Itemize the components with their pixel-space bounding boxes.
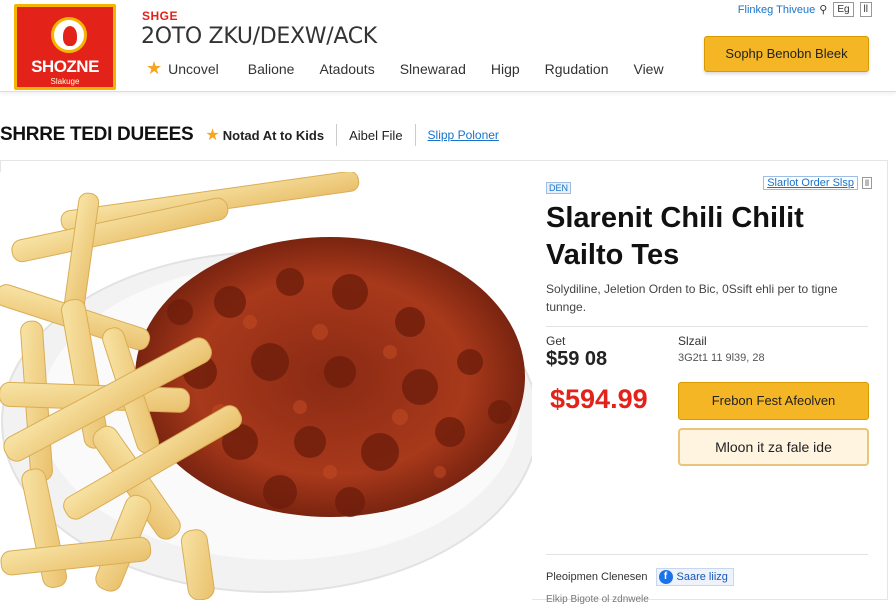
size-label: Slzail <box>678 334 707 348</box>
nav-item-slnewarad[interactable]: Slnewarad <box>400 61 466 77</box>
product-details: DEN Slarlot Order Slsp ll Slarenit Chili… <box>546 172 872 600</box>
file-link[interactable]: Aibel File <box>349 128 402 143</box>
facebook-share-button[interactable]: f Saare liizg <box>655 568 734 586</box>
add-to-order-button[interactable]: Frebon Fest Afeolven <box>678 382 869 420</box>
divider <box>414 124 416 146</box>
brand-tag: SHGE <box>142 9 179 23</box>
divider <box>546 326 868 327</box>
top-box-1[interactable]: Eg <box>833 2 854 17</box>
get-value: $59 08 <box>546 348 608 370</box>
chicken-logo-icon <box>51 17 87 53</box>
top-link-text[interactable]: Flinkeg Thiveue <box>738 4 815 16</box>
order-link-box[interactable]: ll <box>862 177 872 189</box>
product-badge: DEN <box>546 182 572 194</box>
search-icon[interactable]: ⚲ <box>819 3 827 16</box>
size-value: 3G2t1 11 9l39, 28 <box>678 352 765 364</box>
category-title: SHRRE TEDI DUEEES <box>0 124 194 145</box>
brand-logo[interactable]: SHOZNE Slakuge <box>14 4 116 90</box>
order-link[interactable]: Slarlot Order Slsp ll <box>763 176 872 190</box>
header-cta-button[interactable]: Sophp Benobn Bleek <box>704 36 869 72</box>
divider <box>546 554 868 555</box>
top-links: Flinkeg Thiveue ⚲ Eg ll <box>738 2 872 17</box>
chili-fries-image <box>0 172 532 600</box>
product-price: $594.99 <box>550 384 648 414</box>
product-description: Solydiline, Jeletion Orden to Bic, 0Ssif… <box>546 282 838 314</box>
logo-text: SHOZNE <box>31 57 99 76</box>
main-nav: ★ Uncovel Balione Atadouts Slnewarad Hig… <box>146 58 664 79</box>
share-label: Pleoipmen Clenesen <box>546 571 648 583</box>
logo-subtext: Slakuge <box>50 77 80 86</box>
nav-item-higp[interactable]: Higp <box>491 61 520 77</box>
divider <box>336 124 338 146</box>
share-button-label: Saare liizg <box>676 571 728 583</box>
top-box-2[interactable]: ll <box>859 2 872 17</box>
secondary-action-button[interactable]: Mloon it za fale ide <box>678 428 869 466</box>
site-header: SHOZNE Slakuge SHGE 2OTO ZKU/DEXW/ACK ★ … <box>0 0 896 92</box>
order-link-label[interactable]: Slarlot Order Slsp <box>763 176 858 190</box>
product-title-line-1: Slarenit Chili Chilit <box>546 202 804 234</box>
star-icon: ★ <box>205 127 220 144</box>
get-label: Get <box>546 334 566 348</box>
rated-label: Notad At to Kids <box>222 127 325 143</box>
product-photo <box>0 172 532 600</box>
nav-item-rgudation[interactable]: Rgudation <box>545 61 609 77</box>
nav-item-atadouts[interactable]: Atadouts <box>319 61 374 77</box>
category-bar: SHRRE TEDI DUEEES ★ Notad At to Kids Aib… <box>0 118 896 152</box>
star-icon: ★ <box>146 58 163 78</box>
share-row: Pleoipmen Clenesen f Saare liizg <box>546 568 734 586</box>
product-title-line-2: Vailto Tes <box>546 239 680 271</box>
nav-item-balione[interactable]: Balione <box>248 61 295 77</box>
nav-item-uncovel[interactable]: Uncovel <box>168 61 219 77</box>
site-title: 2OTO ZKU/DEXW/ACK <box>141 24 377 49</box>
facebook-icon: f <box>658 570 673 584</box>
shop-partner-link[interactable]: Slipp Poloner <box>428 128 499 142</box>
nav-item-view[interactable]: View <box>633 61 663 77</box>
product-title: Slarenit Chili Chilit Vailto Tes <box>546 200 866 274</box>
